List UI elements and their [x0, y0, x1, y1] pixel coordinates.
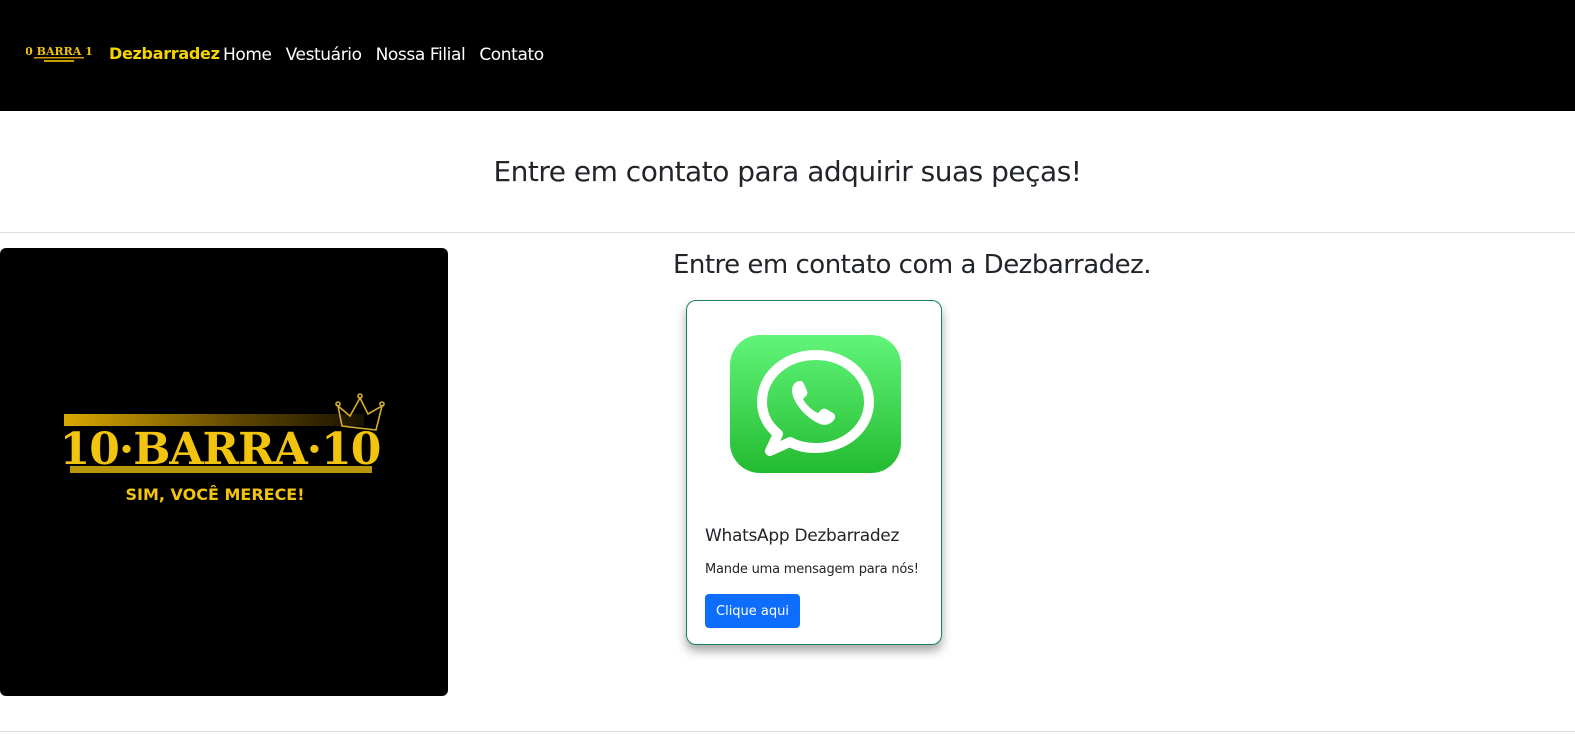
nav-link-nossa-filial[interactable]: Nossa Filial	[376, 45, 466, 65]
brand-logo-panel: 10·BARRA·10 SIM, VOCÊ MERECE!	[0, 248, 448, 696]
whatsapp-icon	[730, 335, 901, 473]
nav-link-vestuario[interactable]: Vestuário	[286, 45, 362, 65]
whatsapp-card: WhatsApp Dezbarradez Mande uma mensagem …	[686, 300, 942, 645]
nav-link-contato[interactable]: Contato	[479, 45, 544, 65]
brand-logo-image: 10·BARRA·10 SIM, VOCÊ MERECE!	[60, 393, 385, 504]
card-text: Mande uma mensagem para nós!	[705, 562, 919, 577]
card-title: WhatsApp Dezbarradez	[705, 526, 900, 546]
svg-text:10 BARRA 10: 10 BARRA 10	[26, 45, 92, 58]
brand-link[interactable]: Dezbarradez	[109, 44, 220, 63]
contact-title: Entre em contato com a Dezbarradez.	[672, 250, 1152, 280]
svg-text:SIM, VOCÊ MERECE!: SIM, VOCÊ MERECE!	[125, 485, 304, 504]
footer-divider	[0, 731, 1575, 732]
navbar: 10 BARRA 10 Dezbarradez Home Vestuário N…	[0, 0, 1575, 111]
brand-logo-small[interactable]: 10 BARRA 10	[26, 42, 92, 66]
page-title: Entre em contato para adquirir suas peça…	[493, 155, 1082, 188]
svg-text:10·BARRA·10: 10·BARRA·10	[60, 424, 381, 475]
whatsapp-contact-button[interactable]: Clique aqui	[705, 594, 800, 628]
nav-link-home[interactable]: Home	[223, 45, 272, 65]
nav-menu: Home Vestuário Nossa Filial Contato	[223, 45, 544, 65]
section-divider	[0, 232, 1575, 233]
